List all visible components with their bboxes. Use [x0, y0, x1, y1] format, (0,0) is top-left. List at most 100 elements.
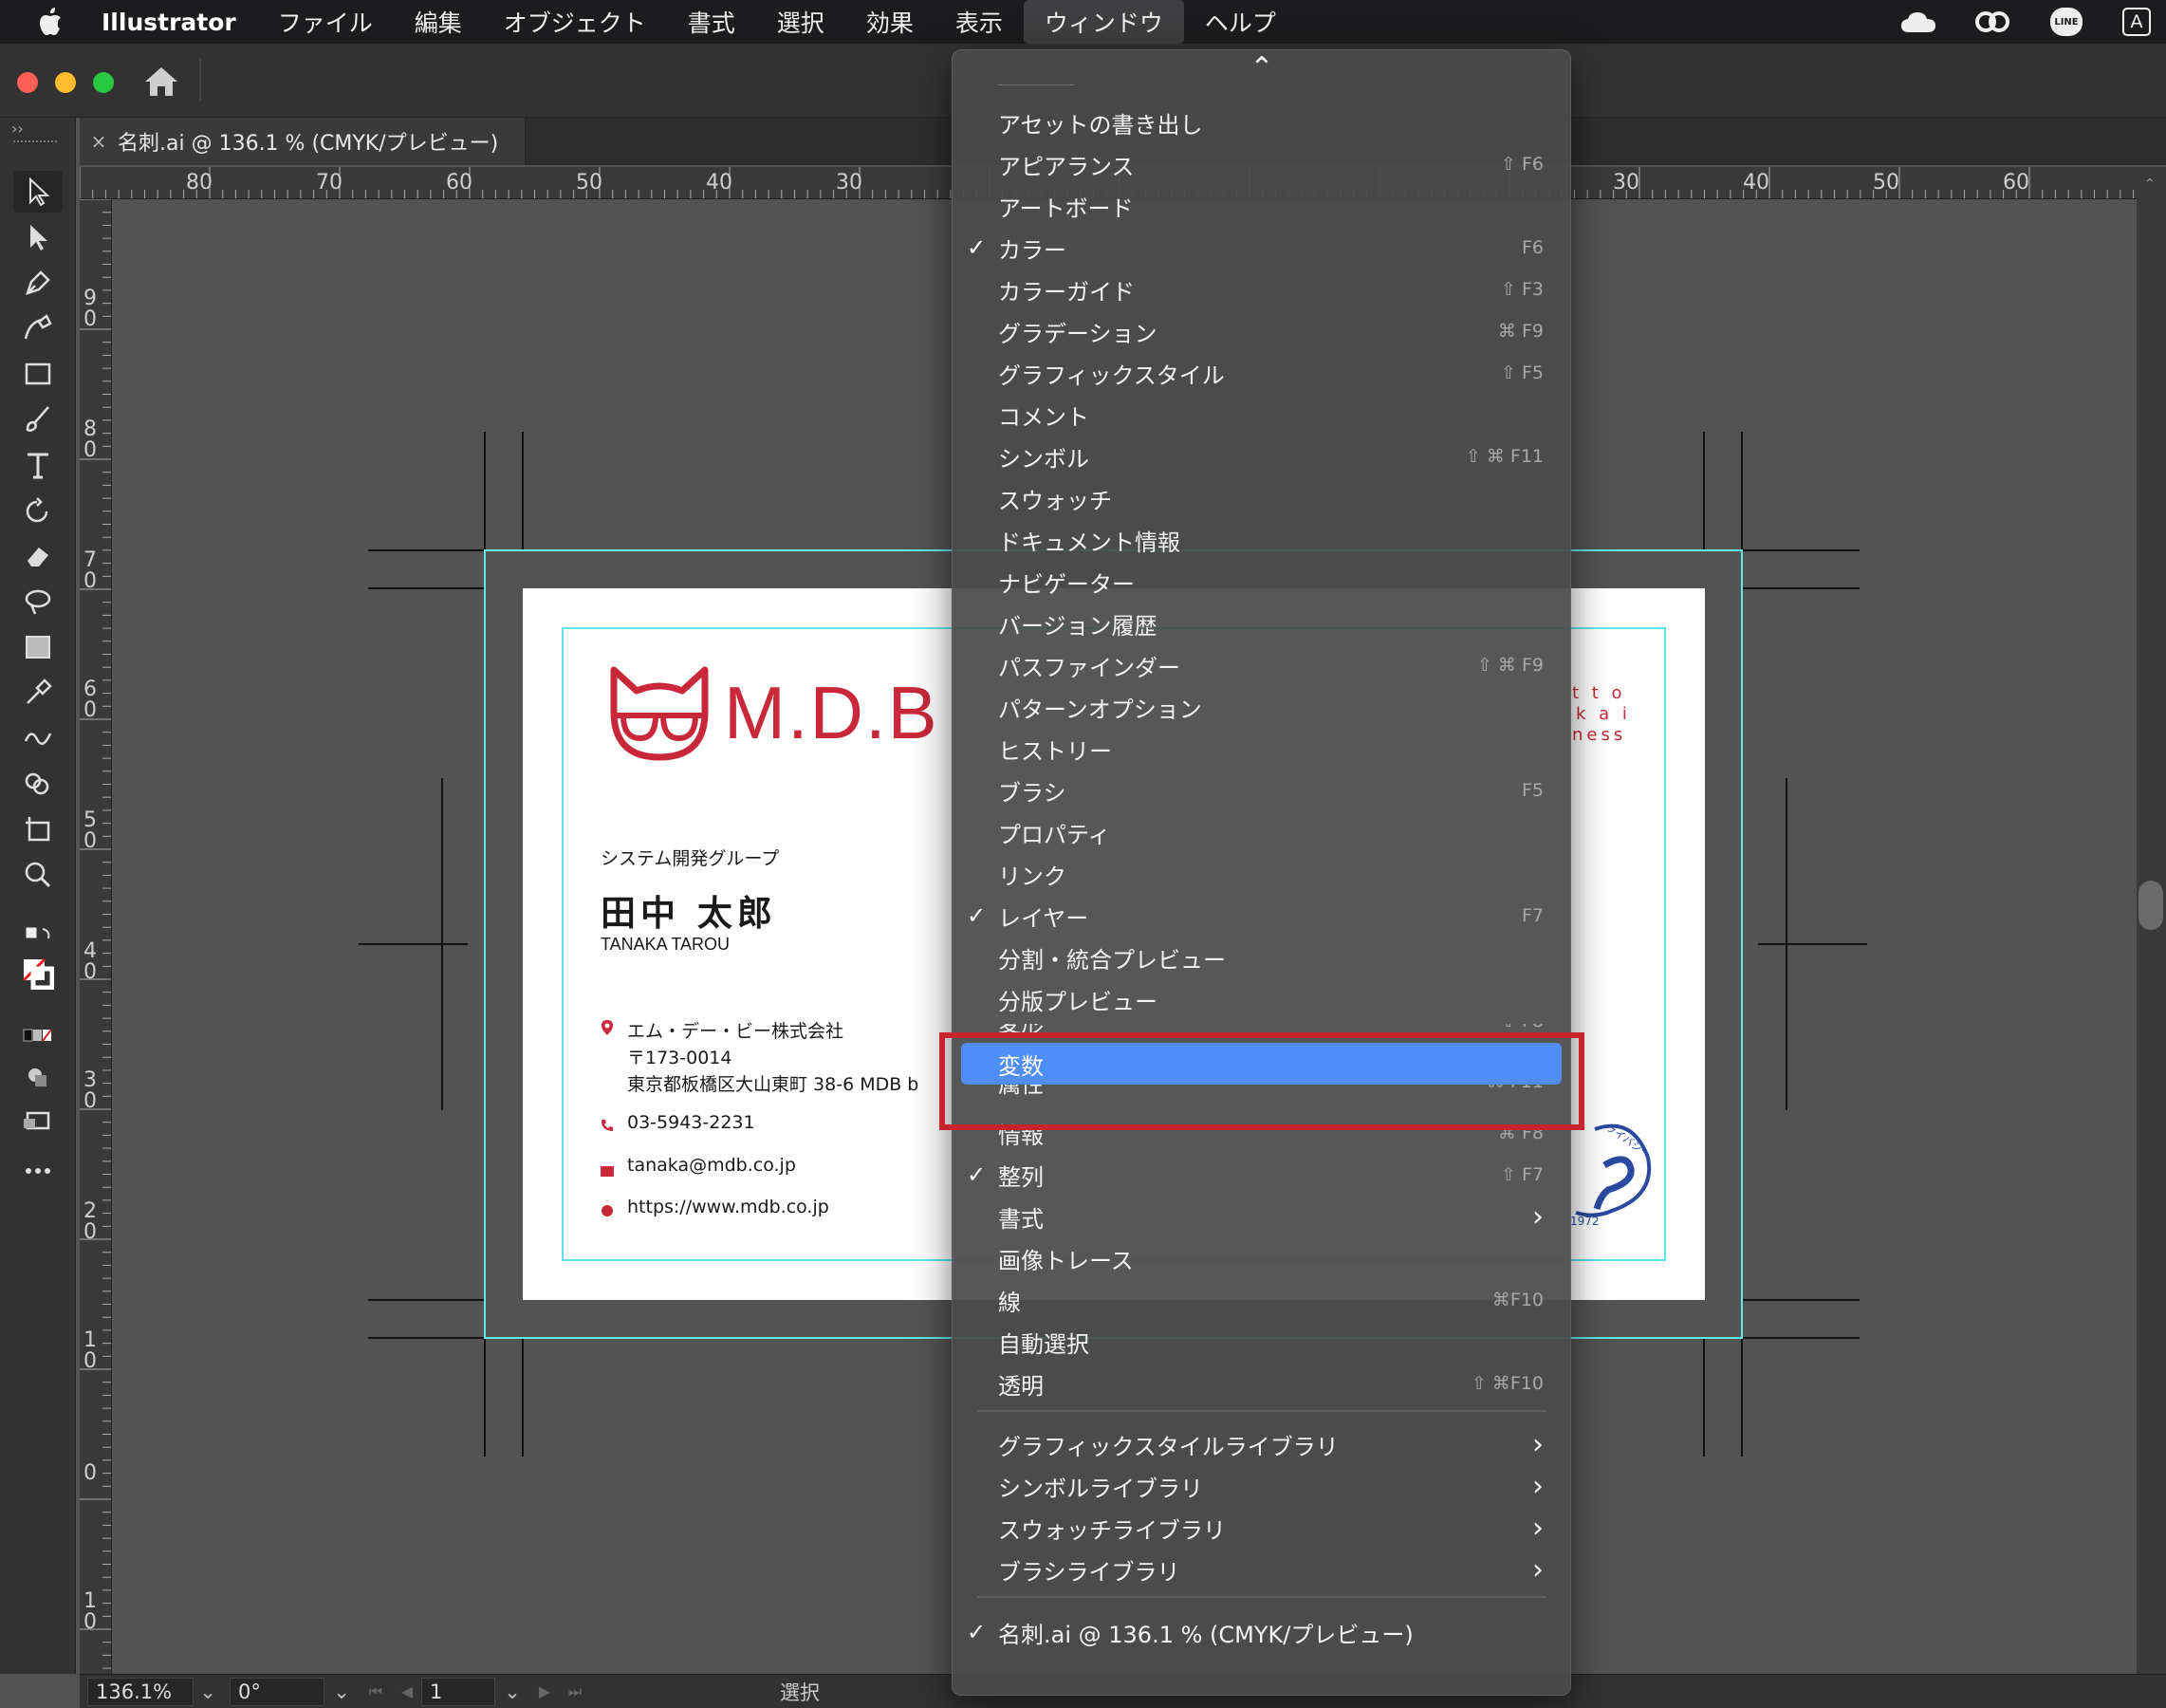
- menu-scroll-up-icon[interactable]: ⌃: [1243, 50, 1281, 84]
- draw-mode-icon[interactable]: [13, 1057, 63, 1099]
- menubar-item-8[interactable]: ヘルプ: [1184, 0, 1297, 44]
- last-artboard-icon[interactable]: ⏭: [560, 1682, 590, 1701]
- website-url: https://www.mdb.co.jp: [627, 1197, 829, 1217]
- menubar-item-6[interactable]: 表示: [935, 0, 1024, 44]
- menu-item-15[interactable]: ヒストリー: [953, 728, 1570, 770]
- artboard-tool-icon[interactable]: [13, 808, 63, 850]
- blend-tool-icon[interactable]: [13, 717, 63, 759]
- menubar-item-2[interactable]: オブジェクト: [483, 0, 667, 44]
- menubar-item-1[interactable]: 編集: [394, 0, 483, 44]
- menu-item-6[interactable]: グラフィックスタイル ⇧ F5: [953, 352, 1570, 394]
- next-artboard-icon[interactable]: ▶: [529, 1682, 560, 1700]
- cloud-icon[interactable]: [1898, 0, 1939, 44]
- curvature-tool-icon[interactable]: [13, 307, 63, 349]
- zoom-tool-icon[interactable]: [13, 854, 63, 896]
- menu-item-26[interactable]: ✓ 整列 ⇧ F7: [953, 1154, 1570, 1196]
- company-logo-text: M.D.B: [724, 671, 939, 754]
- menu-item-35[interactable]: ブラシライブラリ ›: [953, 1549, 1570, 1590]
- menu-item-8[interactable]: シンボル ⇧ ⌘ F11: [953, 436, 1570, 477]
- menu-item-7[interactable]: コメント: [953, 394, 1570, 436]
- menu-item-19[interactable]: ✓ レイヤー F7: [953, 895, 1570, 937]
- menu-item-31[interactable]: 透明 ⇧ ⌘F10: [953, 1363, 1570, 1404]
- menu-item-9[interactable]: スウォッチ: [953, 477, 1570, 519]
- phone-icon: [601, 1118, 614, 1136]
- lasso-tool-icon[interactable]: [13, 581, 63, 622]
- paintbrush-tool-icon[interactable]: [13, 399, 63, 440]
- close-tab-icon[interactable]: ×: [80, 130, 118, 153]
- postal-code: 〒173-0014: [627, 1048, 732, 1068]
- scroll-up-icon[interactable]: ⌃: [2144, 176, 2156, 192]
- screen-mode-icon[interactable]: [13, 1099, 63, 1141]
- menu-item-27[interactable]: 書式 ›: [953, 1196, 1570, 1237]
- menu-item-2[interactable]: アートボード: [953, 185, 1570, 227]
- artboard-dropdown-icon[interactable]: ⌄: [495, 1680, 529, 1703]
- rotation-dropdown-icon[interactable]: ⌄: [324, 1680, 359, 1703]
- more-tools-icon[interactable]: [13, 1150, 63, 1192]
- rotate-tool-icon[interactable]: [13, 490, 63, 531]
- menu-item-13[interactable]: パスファインダー ⇧ ⌘ F9: [953, 644, 1570, 686]
- menu-item-16[interactable]: ブラシ F5: [953, 770, 1570, 811]
- menu-item-3[interactable]: ✓ カラー F6: [953, 227, 1570, 269]
- privacy-seal-icon: ライバシー 1972: [1557, 1120, 1661, 1234]
- rectangle-tool-icon[interactable]: [13, 353, 63, 395]
- document-tab[interactable]: × 名刺.ai @ 136.1 % (CMYK/プレビュー): [80, 118, 526, 165]
- menubar-item-0[interactable]: ファイル: [257, 0, 394, 44]
- menu-item-33[interactable]: シンボルライブラリ ›: [953, 1465, 1570, 1507]
- ruler-v-label: 0: [83, 569, 97, 593]
- eyedropper-tool-icon[interactable]: [13, 672, 63, 714]
- menu-item-29[interactable]: 線 ⌘F10: [953, 1279, 1570, 1321]
- selection-tool-icon[interactable]: [13, 171, 63, 213]
- vertical-ruler[interactable]: 908070605040302010010: [80, 199, 112, 1674]
- menubar-item-7[interactable]: ウィンドウ: [1023, 0, 1184, 44]
- menu-item-34[interactable]: スウォッチライブラリ ›: [953, 1507, 1570, 1549]
- menu-item-30[interactable]: 自動選択: [953, 1321, 1570, 1363]
- shape-builder-tool-icon[interactable]: [13, 763, 63, 805]
- menu-item-20[interactable]: 分割・統合プレビュー: [953, 937, 1570, 978]
- menu-item-10[interactable]: ドキュメント情報: [953, 519, 1570, 561]
- artboard-number-field[interactable]: 1: [421, 1677, 495, 1706]
- menu-item-label: パターンオプション: [998, 696, 1202, 723]
- rotation-field[interactable]: 0°: [230, 1677, 324, 1706]
- type-tool-icon[interactable]: [13, 444, 63, 486]
- ruler-v-label: 0: [83, 1610, 97, 1634]
- zoom-field[interactable]: 136.1%: [87, 1677, 194, 1706]
- fill-stroke-swatch-icon[interactable]: [13, 953, 63, 994]
- menu-item-32[interactable]: グラフィックスタイルライブラリ ›: [953, 1423, 1570, 1465]
- scrollbar-thumb[interactable]: [2138, 881, 2163, 930]
- menubar-item-5[interactable]: 効果: [845, 0, 935, 44]
- menubar-item-4[interactable]: 選択: [756, 0, 845, 44]
- menu-item-0[interactable]: アセットの書き出し: [953, 102, 1570, 143]
- menu-item-17[interactable]: プロパティ: [953, 811, 1570, 853]
- apple-icon[interactable]: [0, 8, 100, 36]
- zoom-dropdown-icon[interactable]: ⌄: [194, 1680, 222, 1703]
- menu-item-5[interactable]: グラデーション ⌘ F9: [953, 310, 1570, 352]
- home-icon[interactable]: [142, 65, 180, 99]
- direct-selection-tool-icon[interactable]: [13, 216, 63, 258]
- menu-item-4[interactable]: カラーガイド ⇧ F3: [953, 269, 1570, 310]
- menu-item-11[interactable]: ナビゲーター: [953, 561, 1570, 603]
- prev-artboard-icon[interactable]: ◀: [393, 1682, 421, 1700]
- menu-item-14[interactable]: パターンオプション: [953, 686, 1570, 728]
- close-window-button[interactable]: [17, 72, 38, 93]
- collapse-panel-icon[interactable]: ››: [11, 120, 24, 138]
- menu-item-18[interactable]: リンク: [953, 853, 1570, 895]
- pen-tool-icon[interactable]: [13, 262, 63, 304]
- menu-item-28[interactable]: 画像トレース: [953, 1237, 1570, 1279]
- first-artboard-icon[interactable]: ⏮: [359, 1682, 393, 1701]
- color-mode-icon[interactable]: [13, 1015, 63, 1057]
- gradient-tool-icon[interactable]: [13, 626, 63, 668]
- menu-item-21[interactable]: 分版プレビュー: [953, 978, 1570, 1020]
- menubar-item-3[interactable]: 書式: [667, 0, 756, 44]
- line-icon[interactable]: LINE: [2046, 0, 2087, 44]
- app-name[interactable]: Illustrator: [100, 9, 257, 36]
- eraser-tool-icon[interactable]: [13, 535, 63, 577]
- input-a-icon[interactable]: A: [2120, 0, 2154, 44]
- menu-item-36[interactable]: ✓ 名刺.ai @ 136.1 % (CMYK/プレビュー): [953, 1611, 1570, 1653]
- creative-cloud-icon[interactable]: [1972, 0, 2013, 44]
- menu-item-1[interactable]: アピアランス ⇧ F6: [953, 143, 1570, 185]
- menu-item-12[interactable]: バージョン履歴: [953, 603, 1570, 644]
- minimize-window-button[interactable]: [55, 72, 76, 93]
- current-tool-label[interactable]: 選択: [780, 1678, 820, 1706]
- panel-grip-icon[interactable]: [13, 140, 57, 146]
- zoom-window-button[interactable]: [93, 72, 114, 93]
